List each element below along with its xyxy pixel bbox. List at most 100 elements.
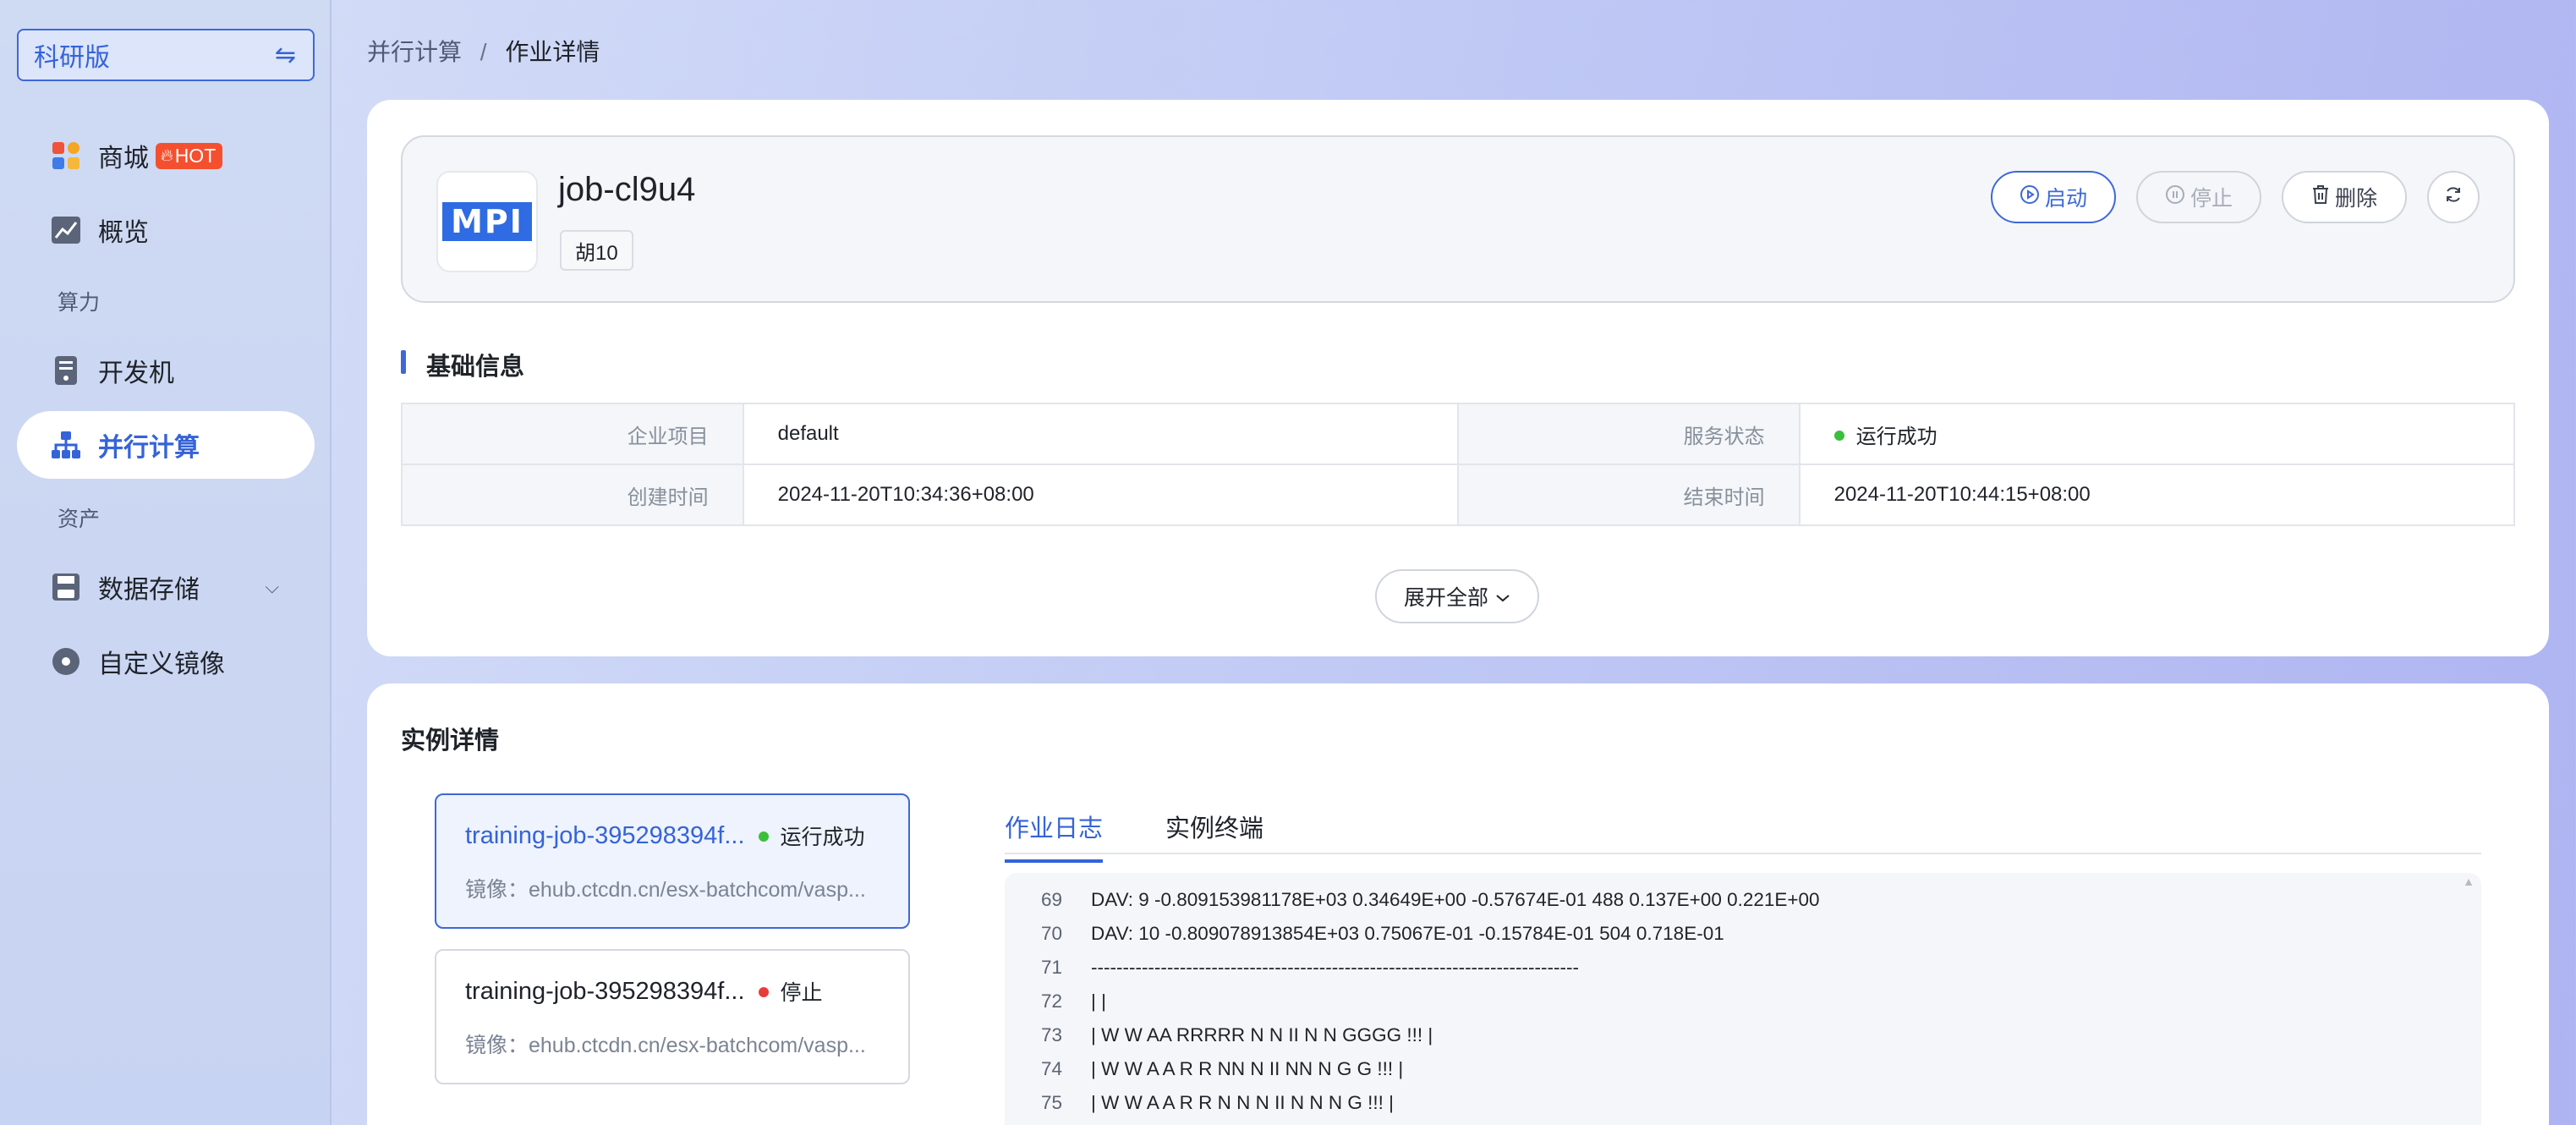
tab-instance-terminal[interactable]: 实例终端 [1165,809,1263,859]
log-text: DAV: 10 -0.809078913854E+03 0.75067E-01 … [1091,923,1724,944]
sidebar: 科研版 ⇋ 商城 🔥︎ HOT 概览 算力 开发机 并行计算 资产 数据存储 ⌵… [0,0,332,1125]
job-header: MPI job-cl9u4 胡10 启动 停止 删除 [401,135,2515,303]
job-detail-card: MPI job-cl9u4 胡10 启动 停止 删除 基础信息 企业项目 def… [367,100,2549,656]
info-key: 服务状态 [1456,403,1800,465]
section-assets: 资产 [58,508,101,531]
pause-circle-icon [2165,184,2185,211]
start-button-label: 启动 [2044,187,2087,211]
hot-badge: 🔥︎ HOT [156,142,223,169]
expand-all-button[interactable]: 展开全部 [1375,569,1539,623]
line-number: 72 [1040,991,1062,1012]
disk-icon [49,570,83,604]
switch-icon: ⇋ [274,41,296,69]
tab-job-log[interactable]: 作业日志 [1005,809,1104,863]
instance-detail-card: 实例详情 training-job-395298394f... 运行成功 镜像：… [367,683,2549,1125]
line-number: 74 [1040,1058,1062,1079]
log-line: 73 | W W AA RRRRR N N II N N GGGG !!! | [1005,1018,2481,1052]
stop-button-label: 停止 [2190,187,2233,211]
breadcrumb-parent[interactable]: 并行计算 [367,39,462,65]
service-status-value: 运行成功 [1798,403,2516,465]
job-tag: 胡10 [560,230,633,271]
hierarchy-icon [49,428,83,462]
log-line: 71 --------------------------------------… [1005,951,2481,985]
title-accent-bar [401,350,406,374]
sidebar-item-label: 并行计算 [98,434,200,462]
status-dot-stopped [758,987,769,998]
basic-info-title: 基础信息 [401,347,524,382]
edition-label: 科研版 [34,44,110,72]
line-number: 71 [1040,957,1062,978]
status-dot-success [1833,431,1844,442]
trash-icon [2311,184,2330,211]
log-line: 70 DAV: 10 -0.809078913854E+03 0.75067E-0… [1005,917,2481,951]
line-number: 73 [1040,1024,1062,1045]
info-key: 创建时间 [401,464,744,526]
line-number: 75 [1040,1092,1062,1113]
scroll-up-icon[interactable]: ▲ [2463,875,2475,888]
log-tabs: 作业日志 实例终端 [1005,793,2481,863]
delete-button-label: 删除 [2334,187,2377,211]
instance-status: 停止 [758,976,823,1007]
apps-icon [49,139,83,173]
chart-icon [49,213,83,247]
basic-info-table: 企业项目 default 服务状态 运行成功 创建时间 2024-11-20T1… [401,403,2516,526]
chevron-down-icon[interactable]: ⌵ [265,576,279,598]
info-value: default [742,403,1459,465]
log-line: 74 | W W A A R R NN N II NN N G G !!! | [1005,1052,2481,1086]
sidebar-item-label: 自定义镜像 [98,650,225,678]
line-number: 69 [1040,889,1062,910]
log-text: | W W AA RRRRR N N II N N GGGG !!! | [1091,1024,1433,1045]
basic-info-title-text: 基础信息 [426,354,525,381]
instance-detail-title: 实例详情 [401,727,500,755]
sidebar-item-parallel-compute[interactable]: 并行计算 [17,411,315,479]
edition-switcher[interactable]: 科研版 ⇋ [17,29,315,81]
instance-status-text: 运行成功 [780,826,865,849]
log-text: | | [1091,991,1106,1012]
info-value: 2024-11-20T10:34:36+08:00 [742,464,1459,526]
instance-card[interactable]: training-job-395298394f... 停止 镜像：ehub.ct… [435,949,910,1084]
log-viewer[interactable]: ▲ 69 DAV: 9 -0.809153981178E+03 0.34649E+… [1005,873,2481,1125]
sidebar-item-overview[interactable]: 概览 [17,196,315,264]
play-circle-icon [2020,184,2040,211]
instance-title-row: training-job-395298394f... 停止 [465,976,908,1007]
info-value: 2024-11-20T10:44:15+08:00 [1798,464,2516,526]
table-row: 企业项目 default 服务状态 运行成功 [401,403,2516,465]
job-name: job-cl9u4 [558,171,696,208]
hot-badge-label: HOT [174,144,216,167]
info-key: 结束时间 [1456,464,1800,526]
instance-name: training-job-395298394f... [465,821,745,849]
log-line: 69 DAV: 9 -0.809153981178E+03 0.34649E+00… [1005,883,2481,917]
log-text: | W W A A R R N N N II N N N G !!! | [1091,1092,1394,1113]
sidebar-item-label: 商城 [98,145,149,173]
start-button[interactable]: 启动 [1991,171,2116,223]
flame-icon: 🔥︎ [161,145,173,165]
breadcrumb: 并行计算 / 作业详情 [367,34,600,68]
sidebar-item-label: 数据存储 [98,576,200,604]
sidebar-item-mall[interactable]: 商城 🔥︎ HOT [17,122,315,189]
instance-card[interactable]: training-job-395298394f... 运行成功 镜像：ehub.… [435,793,910,929]
instance-image: 镜像：ehub.ctcdn.cn/esx-batchcom/vasp... [465,1034,866,1057]
refresh-icon [2443,184,2464,211]
stop-button[interactable]: 停止 [2136,171,2261,223]
sidebar-item-devmachine[interactable]: 开发机 [17,337,315,404]
table-row: 创建时间 2024-11-20T10:34:36+08:00 结束时间 2024… [401,464,2516,526]
section-compute: 算力 [58,291,101,315]
log-text: | W W A A R R NN N II NN N G G !!! | [1091,1058,1404,1079]
instance-title-row: training-job-395298394f... 运行成功 [465,820,908,851]
mpi-logo: MPI [436,171,538,272]
sidebar-item-label: 概览 [98,219,149,247]
line-number: 70 [1040,923,1062,944]
instance-image: 镜像：ehub.ctcdn.cn/esx-batchcom/vasp... [465,878,866,902]
log-line: 75 | W W A A R R N N N II N N N G !!! | [1005,1086,2481,1120]
instance-name: training-job-395298394f... [465,977,745,1005]
sidebar-item-data-storage[interactable]: 数据存储 ⌵ [17,553,315,621]
service-status-text: 运行成功 [1855,425,1937,448]
status-dot-success [758,831,769,842]
delete-button[interactable]: 删除 [2282,171,2407,223]
info-key: 企业项目 [401,403,744,465]
refresh-button[interactable] [2427,171,2480,223]
server-icon [49,354,83,387]
sidebar-item-custom-image[interactable]: 自定义镜像 [17,628,315,695]
breadcrumb-separator: / [480,39,487,65]
log-line: 72 | | [1005,985,2481,1018]
